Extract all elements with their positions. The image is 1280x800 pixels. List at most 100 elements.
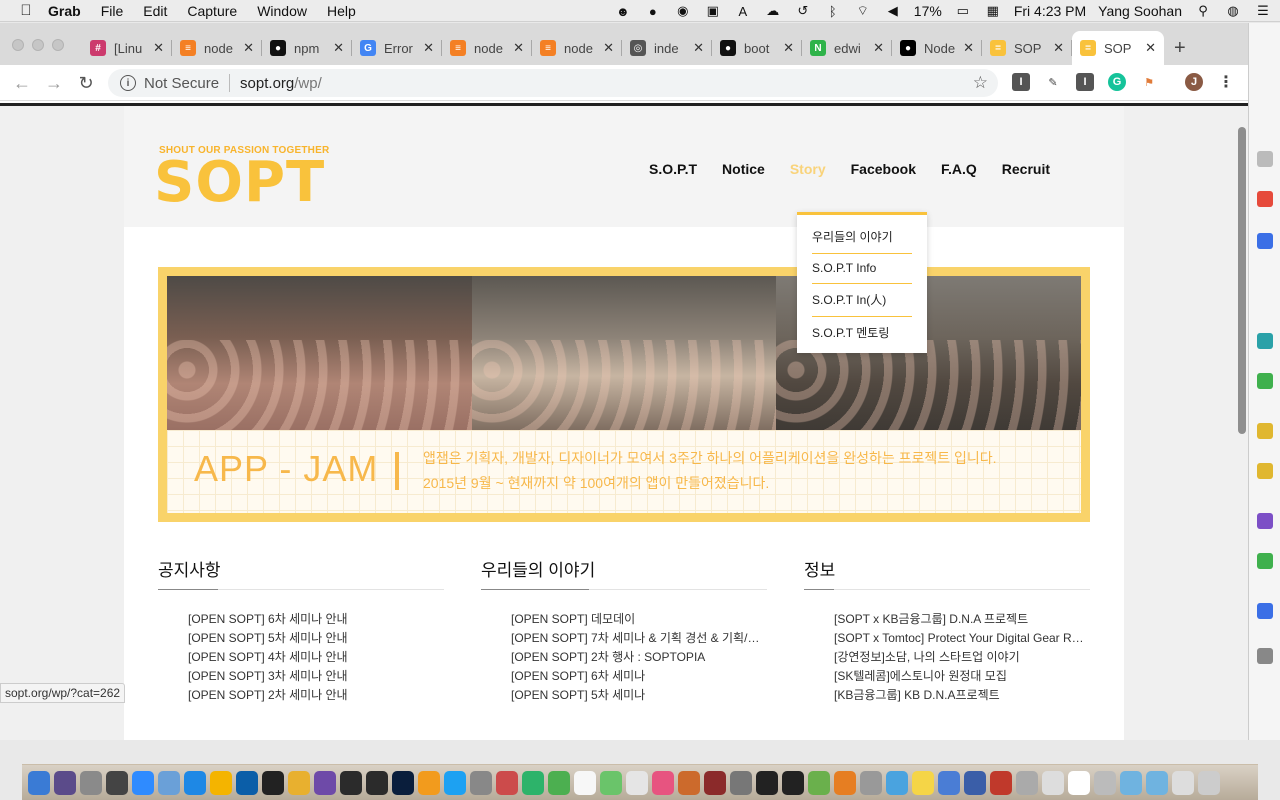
dock-app-icon[interactable] xyxy=(288,770,310,795)
new-tab-button[interactable]: + xyxy=(1174,37,1186,60)
dock-app-icon[interactable] xyxy=(1068,770,1090,795)
list-item[interactable]: [SK텔레콤]에스토니아 원정대 모집 xyxy=(834,667,1090,686)
dock-app-icon[interactable] xyxy=(366,770,388,795)
list-item[interactable]: [SOPT x Tomtoc] Protect Your Digital Gea… xyxy=(834,629,1090,648)
list-item[interactable]: [OPEN SOPT] 4차 세미나 안내 xyxy=(188,648,444,667)
dock-app-icon[interactable] xyxy=(314,770,336,795)
close-window-button[interactable] xyxy=(12,39,24,51)
site-logo[interactable]: SOPT xyxy=(154,155,325,211)
user-name[interactable]: Yang Soohan xyxy=(1098,3,1182,19)
spotlight-search-icon[interactable]: ⚲ xyxy=(1194,3,1212,19)
chat-bubble-icon[interactable]: ● xyxy=(644,3,662,19)
wifi-icon[interactable]: ⌔ xyxy=(854,3,872,19)
dock-app-icon[interactable] xyxy=(808,770,830,795)
dropdown-item-our-story[interactable]: 우리들의 이야기 xyxy=(812,221,912,254)
bookmark-star-icon[interactable]: ☆ xyxy=(973,73,988,93)
dock-app-icon[interactable] xyxy=(886,770,908,795)
column-heading[interactable]: 정보 xyxy=(804,556,1090,590)
extension-i2-icon[interactable]: I xyxy=(1076,73,1094,91)
close-tab-icon[interactable]: ✕ xyxy=(1145,40,1156,56)
browser-tab[interactable]: ● boot ✕ xyxy=(712,31,802,65)
dock-app-icon[interactable] xyxy=(1120,770,1142,795)
volume-icon[interactable]: ◀ xyxy=(884,3,902,19)
clock[interactable]: Fri 4:23 PM xyxy=(1014,3,1086,19)
browser-tab[interactable]: ≡ node ✕ xyxy=(172,31,262,65)
zoom-icon[interactable] xyxy=(1257,151,1273,167)
sidebar-app-icon[interactable] xyxy=(1257,463,1273,479)
browser-tab[interactable]: ≡ node ✕ xyxy=(532,31,622,65)
browser-tab[interactable]: Nedwi ✕ xyxy=(802,31,892,65)
eyedropper-extension-icon[interactable]: ✎ xyxy=(1044,73,1062,91)
dock-app-icon[interactable] xyxy=(470,770,492,795)
menu-file[interactable]: File xyxy=(101,3,124,19)
dock-app-icon[interactable] xyxy=(80,770,102,795)
list-item[interactable]: [OPEN SOPT] 5차 세미나 xyxy=(511,686,767,705)
menu-app-name[interactable]: Grab xyxy=(48,3,81,19)
sidebar-app-icon[interactable] xyxy=(1257,373,1273,389)
profile-avatar[interactable]: J xyxy=(1185,73,1203,91)
nav-notice[interactable]: Notice xyxy=(722,161,765,177)
sidebar-app-icon[interactable] xyxy=(1257,191,1273,207)
close-tab-icon[interactable]: ✕ xyxy=(1053,40,1064,56)
menu-capture[interactable]: Capture xyxy=(187,3,237,19)
notification-center-icon[interactable]: ☰ xyxy=(1254,3,1272,19)
dropdown-item-sopt-info[interactable]: S.O.P.T Info xyxy=(812,254,912,284)
close-tab-icon[interactable]: ✕ xyxy=(873,40,884,56)
bluetooth-icon[interactable]: ᛒ xyxy=(824,3,842,19)
dock-app-icon[interactable] xyxy=(392,770,414,795)
nav-sopt[interactable]: S.O.P.T xyxy=(649,161,697,177)
dock-app-icon[interactable] xyxy=(1198,770,1220,795)
nav-facebook[interactable]: Facebook xyxy=(851,161,916,177)
dock-app-icon[interactable] xyxy=(626,770,648,795)
browser-tab[interactable]: = SOP ✕ xyxy=(1072,31,1164,65)
dock-app-icon[interactable] xyxy=(964,770,986,795)
column-heading[interactable]: 공지사항 xyxy=(158,556,444,590)
chrome-menu-icon[interactable]: ⋮ xyxy=(1217,73,1235,91)
close-tab-icon[interactable]: ✕ xyxy=(333,40,344,56)
menu-help[interactable]: Help xyxy=(327,3,356,19)
dock-app-icon[interactable] xyxy=(54,770,76,795)
sidebar-app-icon[interactable] xyxy=(1257,423,1273,439)
dock-app-icon[interactable] xyxy=(600,770,622,795)
nav-story[interactable]: Story xyxy=(790,161,826,177)
menu-window[interactable]: Window xyxy=(257,3,307,19)
minimize-window-button[interactable] xyxy=(32,39,44,51)
dropdown-item-sopt-in[interactable]: S.O.P.T In(人) xyxy=(812,284,912,317)
close-tab-icon[interactable]: ✕ xyxy=(963,40,974,56)
list-item[interactable]: [OPEN SOPT] 2차 세미나 안내 xyxy=(188,686,444,705)
grammarly-icon[interactable]: G xyxy=(1108,73,1126,91)
extension-orange-icon[interactable]: ⚑ xyxy=(1140,73,1158,91)
sidebar-app-icon[interactable] xyxy=(1257,603,1273,619)
dock-app-icon[interactable] xyxy=(730,770,752,795)
sidebar-app-icon[interactable] xyxy=(1257,233,1273,249)
close-tab-icon[interactable]: ✕ xyxy=(423,40,434,56)
nav-faq[interactable]: F.A.Q xyxy=(941,161,977,177)
menu-edit[interactable]: Edit xyxy=(143,3,167,19)
dock-app-icon[interactable] xyxy=(28,770,50,795)
dock-app-icon[interactable] xyxy=(1146,770,1168,795)
siri-icon[interactable]: ◍ xyxy=(1224,3,1242,19)
close-tab-icon[interactable]: ✕ xyxy=(783,40,794,56)
battery-percent[interactable]: 17% xyxy=(914,3,942,19)
close-tab-icon[interactable]: ✕ xyxy=(603,40,614,56)
browser-tab[interactable]: ≡ node ✕ xyxy=(442,31,532,65)
dock-app-icon[interactable] xyxy=(132,770,154,795)
dock-app-icon[interactable] xyxy=(938,770,960,795)
browser-tab[interactable]: G Error ✕ xyxy=(352,31,442,65)
dock-app-icon[interactable] xyxy=(444,770,466,795)
info-icon[interactable]: i xyxy=(120,75,136,91)
sidebar-app-icon[interactable] xyxy=(1257,553,1273,569)
flag-icon[interactable]: ▦ xyxy=(984,3,1002,19)
dock-app-icon[interactable] xyxy=(834,770,856,795)
list-item[interactable]: [SOPT x KB금융그룹] D.N.A 프로젝트 xyxy=(834,610,1090,629)
creative-cloud-icon[interactable]: ◉ xyxy=(674,3,692,19)
browser-tab[interactable]: ◎ inde ✕ xyxy=(622,31,712,65)
address-bar[interactable]: i Not Secure sopt.org /wp/ ☆ xyxy=(108,69,998,97)
dock-app-icon[interactable] xyxy=(652,770,674,795)
dock-app-icon[interactable] xyxy=(756,770,778,795)
list-item[interactable]: [OPEN SOPT] 데모데이 xyxy=(511,610,767,629)
dock-app-icon[interactable] xyxy=(210,770,232,795)
sidebar-app-icon[interactable] xyxy=(1257,648,1273,664)
dock-app-icon[interactable] xyxy=(418,770,440,795)
list-item[interactable]: [OPEN SOPT] 6차 세미나 안내 xyxy=(188,610,444,629)
